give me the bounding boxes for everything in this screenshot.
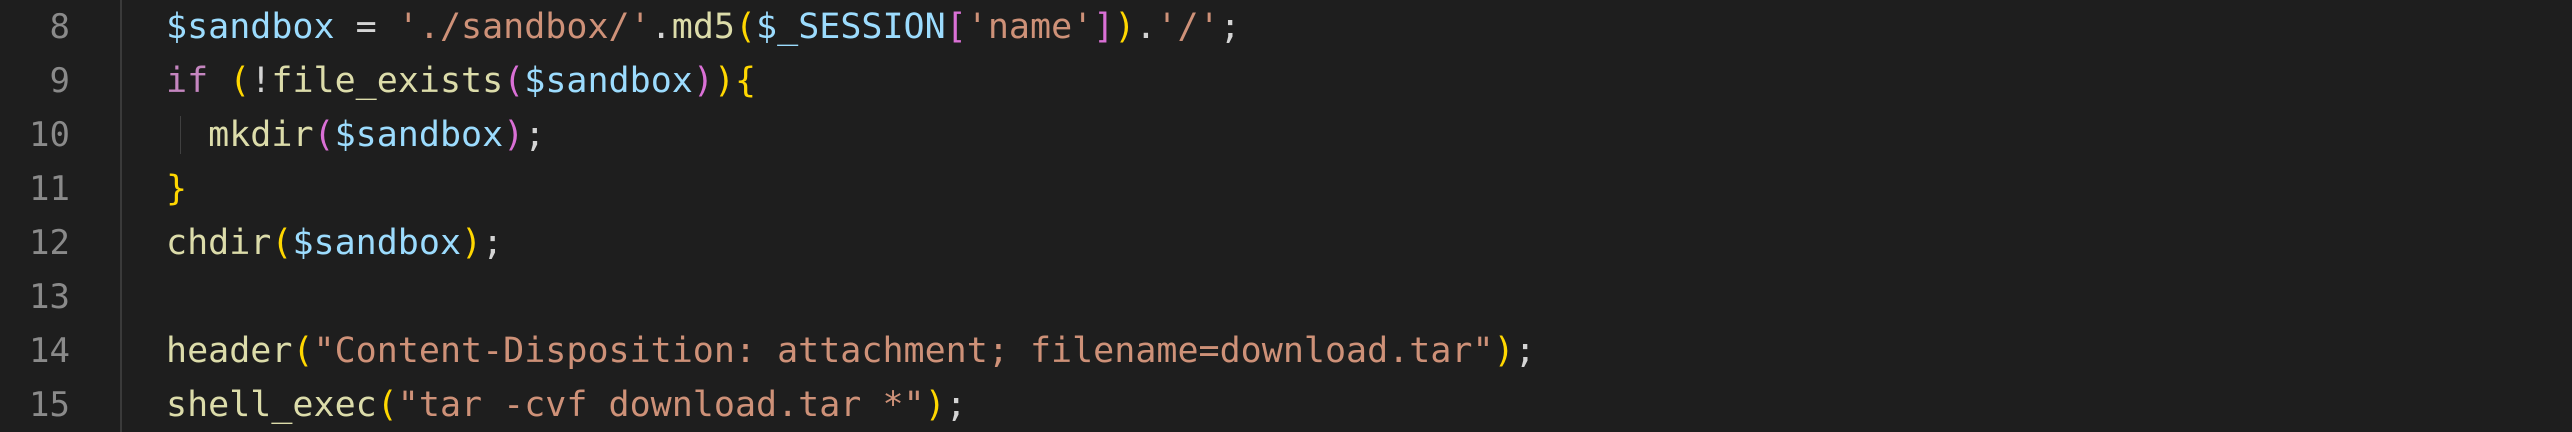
code-token: $sandbox: [524, 61, 693, 101]
line-number: 15: [29, 385, 70, 425]
code-token: ): [1493, 331, 1515, 371]
code-token: }: [166, 169, 188, 209]
code-line[interactable]: 12 chdir($sandbox);: [0, 216, 2572, 270]
code-token: (: [503, 61, 525, 101]
code-editor[interactable]: 8 $sandbox = './sandbox/'.md5($_SESSION['…: [0, 0, 2572, 432]
code-token: {: [735, 61, 757, 101]
code-token: ;: [945, 385, 967, 425]
code-token: ;: [482, 223, 504, 263]
code-token: ): [713, 61, 735, 101]
code-token: if: [166, 61, 209, 101]
code-line[interactable]: 9 if (!file_exists($sandbox)){: [0, 54, 2572, 108]
code-token: ;: [1219, 7, 1241, 47]
code-token: $sandbox: [292, 223, 462, 263]
code-line[interactable]: 10 mkdir($sandbox);: [0, 108, 2572, 162]
code-text[interactable]: $sandbox = './sandbox/'.md5($_SESSION['n…: [166, 0, 1241, 54]
code-token: chdir: [166, 223, 272, 263]
code-token: (: [376, 385, 398, 425]
code-token: ;: [1514, 331, 1536, 371]
code-token: [: [945, 7, 967, 47]
code-text[interactable]: shell_exec("tar -cvf download.tar *");: [166, 378, 967, 432]
code-line[interactable]: 14 header("Content-Disposition: attachmen…: [0, 324, 2572, 378]
code-token: ): [924, 385, 946, 425]
code-token: !: [250, 61, 272, 101]
line-number: 12: [29, 223, 70, 263]
code-token: .: [650, 7, 672, 47]
code-token: (: [229, 61, 251, 101]
code-token: md5: [671, 7, 735, 47]
code-text[interactable]: mkdir($sandbox);: [166, 108, 545, 162]
code-text[interactable]: header("Content-Disposition: attachment;…: [166, 324, 1536, 378]
code-token: ): [461, 223, 483, 263]
code-line[interactable]: 15 shell_exec("tar -cvf download.tar *");: [0, 378, 2572, 432]
code-token: './sandbox/': [397, 7, 651, 47]
code-token: $_SESSION: [756, 7, 946, 47]
code-token: (: [734, 7, 757, 47]
code-token: .: [1135, 7, 1157, 47]
code-token: '/': [1156, 7, 1220, 47]
line-number: 13: [29, 277, 70, 317]
code-line[interactable]: 11}: [0, 162, 2572, 216]
code-token: $sandbox: [334, 115, 504, 155]
code-token: ;: [524, 115, 546, 155]
line-number: 10: [29, 115, 70, 155]
code-text[interactable]: }: [166, 162, 187, 216]
code-token: mkdir: [208, 115, 314, 155]
code-token: ]: [1093, 7, 1115, 47]
code-text[interactable]: chdir($sandbox);: [166, 216, 503, 270]
code-token: ): [692, 61, 714, 101]
code-token: (: [292, 331, 314, 371]
code-token: shell_exec: [166, 385, 377, 425]
line-number: 11: [29, 169, 70, 209]
code-token: $sandbox: [166, 7, 335, 47]
code-text[interactable]: if (!file_exists($sandbox)){: [166, 54, 756, 108]
code-token: "tar -cvf download.tar *": [397, 385, 925, 425]
code-line[interactable]: 13: [0, 270, 2572, 324]
code-token: file_exists: [271, 61, 504, 101]
code-line[interactable]: 8 $sandbox = './sandbox/'.md5($_SESSION['…: [0, 0, 2572, 54]
line-number: 14: [29, 331, 70, 371]
code-token: 'name': [966, 7, 1094, 47]
code-token: =: [334, 7, 398, 47]
code-token: header: [166, 331, 293, 371]
code-token: (: [313, 115, 335, 155]
code-token: "Content-Disposition: attachment; filena…: [313, 331, 1494, 371]
line-number: 9: [49, 61, 70, 101]
code-token: ): [503, 115, 525, 155]
code-token: ): [1114, 7, 1136, 47]
line-number: 8: [49, 7, 70, 47]
code-token: (: [271, 223, 293, 263]
